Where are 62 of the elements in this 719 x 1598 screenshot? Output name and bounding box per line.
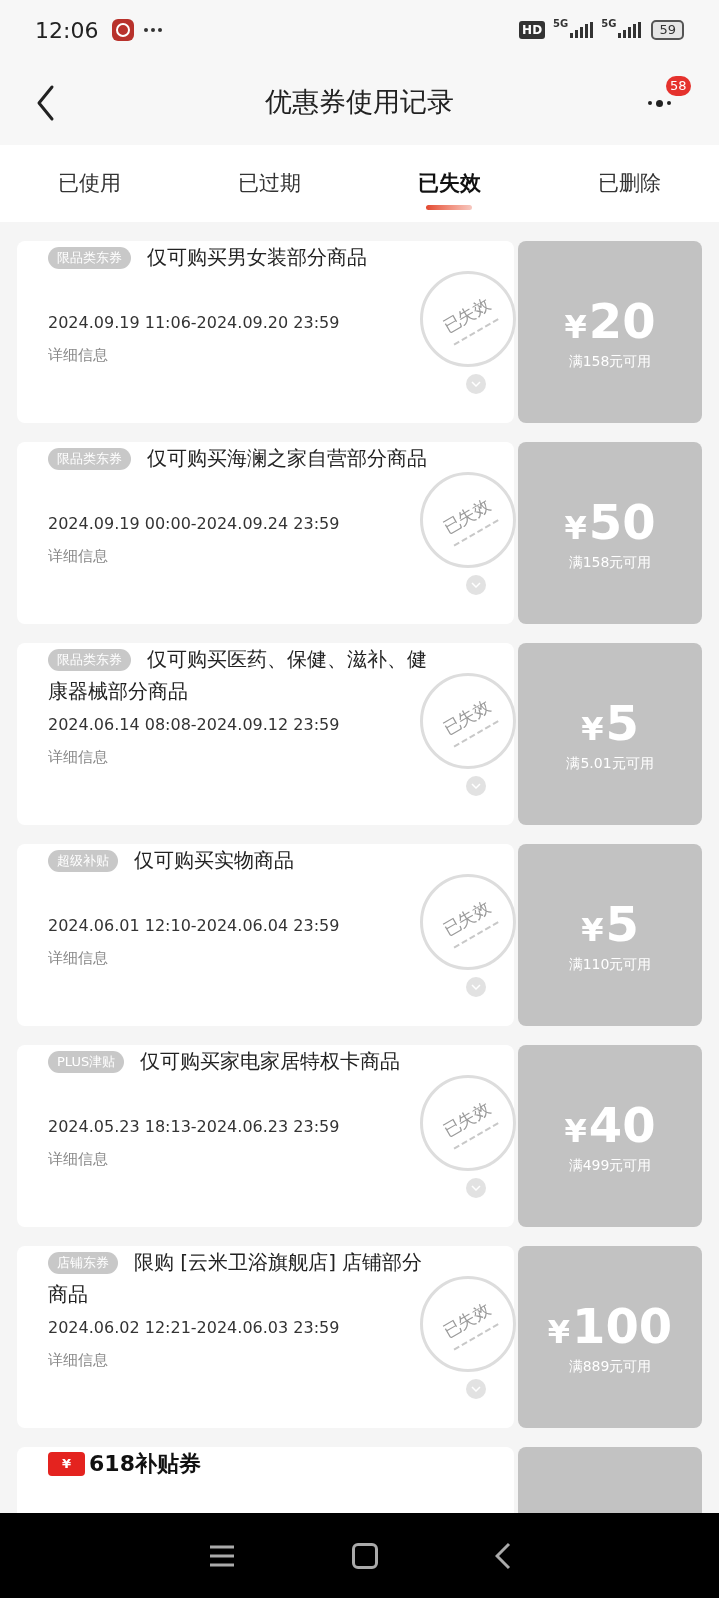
validity-period: 2024.06.01 12:10-2024.06.04 23:59 <box>48 915 340 937</box>
usage-condition: 满499元可用 <box>568 1156 652 1175</box>
usage-condition: 满158元可用 <box>568 352 652 371</box>
validity-period: 2024.06.02 12:21-2024.06.03 23:59 <box>48 1317 340 1339</box>
tab[interactable]: 已使用 <box>0 145 180 222</box>
details-link[interactable]: 详细信息 <box>48 544 108 568</box>
coupon-amount: 20 <box>588 293 656 349</box>
expired-stamp: 已失效 <box>438 493 498 547</box>
usage-condition: 满5.01元可用 <box>566 754 654 773</box>
network-label: 5G <box>601 17 617 31</box>
coupon-amount: 5 <box>605 695 639 751</box>
expired-stamp: 已失效 <box>438 1096 498 1150</box>
validity-period: 2024.09.19 11:06-2024.09.20 23:59 <box>48 312 340 334</box>
details-link[interactable]: 详细信息 <box>48 343 108 367</box>
expand-icon[interactable] <box>466 1178 486 1198</box>
network-label: 5G <box>553 17 569 31</box>
page-title: 优惠券使用记录 <box>265 85 454 120</box>
currency-symbol: ¥ <box>547 1312 571 1353</box>
expired-stamp: 已失效 <box>438 694 498 748</box>
menu-button[interactable] <box>208 1544 235 1567</box>
battery-indicator: 59 <box>651 20 684 40</box>
notification-badge: 58 <box>666 76 691 96</box>
app-icon <box>112 19 135 41</box>
signal-icon <box>618 22 642 38</box>
expand-icon[interactable] <box>466 1379 486 1399</box>
expand-icon[interactable] <box>466 977 486 997</box>
validity-period: 2024.05.23 18:13-2024.06.23 23:59 <box>48 1116 340 1138</box>
details-link[interactable]: 详细信息 <box>48 1147 108 1171</box>
usage-condition: 满110元可用 <box>568 955 652 974</box>
hd-indicator: HD <box>519 21 546 39</box>
details-link[interactable]: 详细信息 <box>48 745 108 769</box>
tab[interactable]: 已删除 <box>539 145 719 222</box>
currency-symbol: ¥ <box>564 307 587 348</box>
currency-symbol: ¥ <box>564 1111 587 1152</box>
more-notifications-icon <box>144 28 163 32</box>
coupon-title: 618补贴券 <box>89 1450 201 1478</box>
currency-symbol: ¥ <box>564 508 587 549</box>
coupon-amount: 100 <box>572 1298 673 1354</box>
coupon-amount: 50 <box>588 494 656 550</box>
details-link[interactable]: 详细信息 <box>48 946 108 970</box>
expired-stamp: 已失效 <box>438 292 498 346</box>
expired-stamp: 已失效 <box>438 895 498 949</box>
expand-icon[interactable] <box>466 374 486 394</box>
tab[interactable]: 已失效 <box>359 145 540 222</box>
coupon-amount: 5 <box>605 896 639 952</box>
expand-icon[interactable] <box>466 575 486 595</box>
validity-period: 2024.06.14 08:08-2024.09.12 23:59 <box>48 714 340 736</box>
expand-icon[interactable] <box>466 776 486 796</box>
home-button[interactable] <box>351 1542 378 1569</box>
signal-icon <box>570 22 594 38</box>
expired-stamp: 已失效 <box>438 1297 498 1351</box>
validity-period: 2024.09.19 00:00-2024.09.24 23:59 <box>48 513 340 535</box>
coupon-type-badge: ¥ <box>48 1451 86 1476</box>
tab[interactable]: 已过期 <box>179 145 360 222</box>
currency-symbol: ¥ <box>581 910 604 951</box>
usage-condition: 满158元可用 <box>568 553 652 572</box>
usage-condition: 满889元可用 <box>568 1357 652 1376</box>
currency-symbol: ¥ <box>581 709 604 750</box>
coupon-amount: 40 <box>588 1097 656 1153</box>
status-time: 12:06 <box>35 16 99 45</box>
back-button[interactable] <box>494 1541 511 1570</box>
details-link[interactable]: 详细信息 <box>48 1348 108 1372</box>
